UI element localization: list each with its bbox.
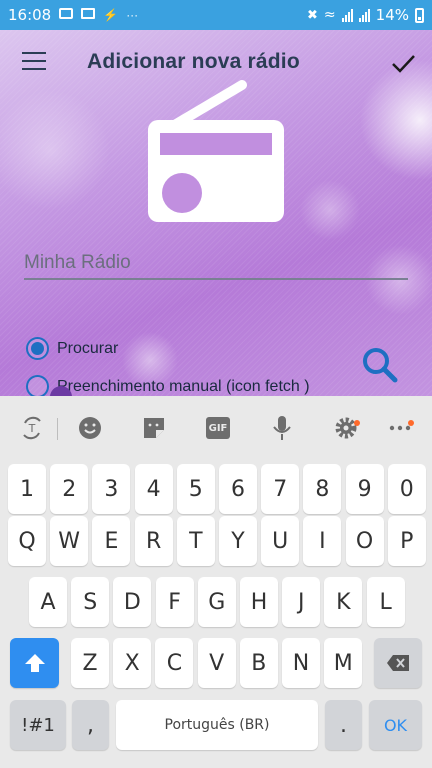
key-p[interactable]: P (387, 516, 426, 566)
key-6[interactable]: 6 (219, 464, 257, 514)
key-8[interactable]: 8 (303, 464, 342, 514)
key-2[interactable]: 2 (50, 464, 89, 514)
radio-name-input[interactable] (24, 248, 408, 280)
status-time: 16:08 (8, 6, 52, 24)
option-manual-label: Preenchimento manual (icon fetch ) (57, 377, 310, 395)
radio-button-selected[interactable] (26, 337, 49, 360)
key-z[interactable]: Z (71, 638, 109, 688)
shift-key[interactable] (10, 638, 59, 688)
option-search[interactable]: Procurar (26, 337, 118, 360)
key-9[interactable]: 9 (345, 464, 384, 514)
battery-percentage: 14% (375, 6, 409, 24)
svg-text:T: T (28, 422, 36, 435)
news-notification-icon (59, 8, 74, 22)
usb-notification-icon: ⚡ (103, 8, 119, 22)
key-n[interactable]: N (282, 638, 320, 688)
radio-icon (148, 80, 284, 222)
comma-key[interactable]: , (72, 700, 109, 750)
add-radio-screen: Adicionar nova rádio Procurar Preenchime… (0, 30, 432, 396)
key-h[interactable]: H (240, 577, 278, 627)
key-5[interactable]: 5 (176, 464, 215, 514)
gif-icon[interactable]: GIF (204, 414, 232, 442)
space-key[interactable]: Português (BR) (116, 700, 318, 750)
key-l[interactable]: L (366, 577, 405, 627)
backspace-key[interactable] (374, 638, 422, 688)
key-0[interactable]: 0 (387, 464, 426, 514)
hamburger-menu-icon[interactable] (22, 52, 46, 70)
on-screen-keyboard: T GIF 1234567890QWERTYUIOPASDFGHJKLZXCVB… (0, 396, 432, 768)
settings-icon[interactable] (332, 414, 360, 442)
key-7[interactable]: 7 (261, 464, 300, 514)
search-icon[interactable] (360, 345, 400, 385)
key-d[interactable]: D (113, 577, 152, 627)
battery-icon (415, 7, 424, 23)
more-icon[interactable] (386, 414, 414, 442)
key-c[interactable]: C (155, 638, 194, 688)
key-t[interactable]: T (176, 516, 215, 566)
page-title: Adicionar nova rádio (87, 50, 300, 73)
keyboard-toolbar: T GIF (0, 396, 432, 458)
sticker-icon[interactable] (140, 414, 168, 442)
image-notification-icon (81, 8, 96, 22)
key-g[interactable]: G (197, 577, 236, 627)
wifi-icon: ≈ (323, 7, 336, 23)
key-e[interactable]: E (92, 516, 131, 566)
key-o[interactable]: O (345, 516, 384, 566)
status-bar: 16:08 ⚡ ··· ✖ ≈ 14% (0, 0, 432, 30)
key-4[interactable]: 4 (134, 464, 173, 514)
signal-icon-2 (358, 8, 370, 22)
key-f[interactable]: F (155, 577, 194, 627)
toolbar-divider (57, 418, 58, 440)
key-q[interactable]: Q (8, 516, 46, 566)
signal-icon (341, 8, 353, 22)
more-notifications-icon: ··· (126, 8, 139, 22)
key-v[interactable]: V (197, 638, 236, 688)
key-u[interactable]: U (261, 516, 300, 566)
key-i[interactable]: I (303, 516, 342, 566)
radio-button-unselected[interactable] (26, 375, 49, 396)
mute-icon: ✖ (307, 7, 318, 23)
key-b[interactable]: B (239, 638, 278, 688)
backspace-icon (387, 655, 409, 671)
checkmark-icon[interactable] (388, 48, 418, 78)
key-y[interactable]: Y (219, 516, 257, 566)
emoji-icon[interactable] (76, 414, 104, 442)
period-key[interactable]: . (325, 700, 362, 750)
key-3[interactable]: 3 (92, 464, 131, 514)
key-1[interactable]: 1 (8, 464, 46, 514)
key-w[interactable]: W (50, 516, 89, 566)
key-s[interactable]: S (71, 577, 110, 627)
key-a[interactable]: A (29, 577, 67, 627)
settings-notification-dot (354, 420, 360, 426)
microphone-icon[interactable] (268, 414, 296, 442)
key-k[interactable]: K (324, 577, 363, 627)
option-search-label: Procurar (57, 339, 119, 357)
symbols-key[interactable]: !#1 (10, 700, 66, 750)
key-j[interactable]: J (282, 577, 321, 627)
more-notification-dot (408, 420, 414, 426)
key-x[interactable]: X (113, 638, 152, 688)
shift-arrow-icon (24, 654, 45, 672)
translate-icon[interactable]: T (18, 414, 46, 442)
key-r[interactable]: R (134, 516, 173, 566)
key-m[interactable]: M (324, 638, 363, 688)
ok-key[interactable]: OK (369, 700, 422, 750)
